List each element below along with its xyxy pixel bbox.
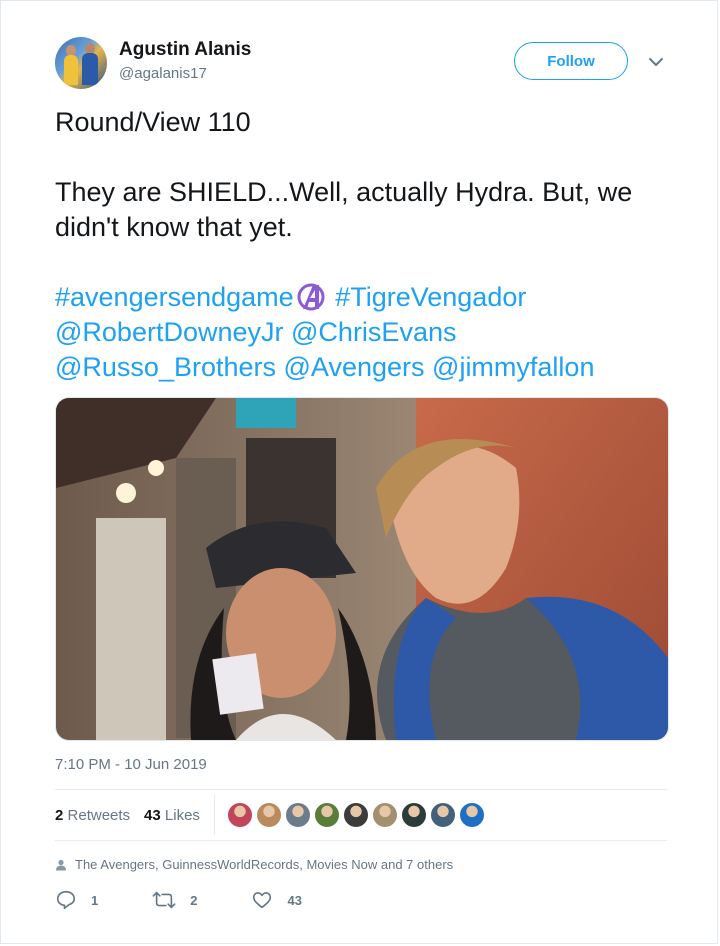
retweet-icon (152, 891, 176, 909)
stats-separator (213, 795, 215, 835)
tweet-timestamp[interactable]: 7:10 PM - 10 Jun 2019 (55, 756, 207, 773)
divider (55, 789, 667, 790)
like-count: 43 (287, 892, 302, 908)
avatar[interactable] (55, 37, 107, 89)
likers-list (226, 802, 488, 828)
mention-avengers[interactable]: @Avengers (284, 352, 425, 382)
liker-avatar[interactable] (284, 802, 311, 828)
retweets-stat[interactable]: 2 Retweets (55, 807, 130, 824)
user-handle[interactable]: @agalanis17 (119, 65, 207, 82)
mention-chrisevans[interactable]: @ChrisEvans (291, 317, 456, 347)
liker-avatar[interactable] (255, 802, 282, 828)
follow-button[interactable]: Follow (514, 42, 628, 80)
mention-jimmyfallon[interactable]: @jimmyfallon (432, 352, 594, 382)
tweet-photo[interactable] (55, 397, 669, 741)
reply-count: 1 (91, 892, 99, 908)
like-button[interactable]: 43 (251, 889, 302, 911)
retweet-button[interactable]: 2 (152, 889, 197, 911)
liker-avatar[interactable] (429, 802, 456, 828)
liker-avatar[interactable] (371, 802, 398, 828)
tweet-line-1: Round/View 110 (55, 107, 251, 137)
context-text: The Avengers, GuinnessWorldRecords, Movi… (75, 857, 454, 872)
avengers-logo-icon (297, 283, 325, 311)
tweet-header: Agustin Alanis @agalanis17 Follow (1, 1, 717, 101)
retweet-count: 2 (190, 892, 198, 908)
reply-icon (56, 890, 76, 910)
chevron-down-icon[interactable] (647, 53, 665, 71)
tweet-card: Agustin Alanis @agalanis17 Follow Round/… (0, 0, 718, 944)
reply-button[interactable]: 1 (55, 889, 98, 911)
mention-russo-brothers[interactable]: @Russo_Brothers (55, 352, 276, 382)
tweet-text: Round/View 110 They are SHIELD...Well, a… (55, 105, 675, 385)
hashtag-tigrevengador[interactable]: #TigreVengador (335, 282, 526, 312)
people-icon (56, 859, 66, 870)
retweets-label: Retweets (67, 806, 131, 824)
likes-stat[interactable]: 43 Likes (144, 807, 200, 824)
liker-avatar[interactable] (342, 802, 369, 828)
followers-context[interactable]: The Avengers, GuinnessWorldRecords, Movi… (55, 857, 453, 872)
tweet-tags: #avengersendgame #TigreVengador @RobertD… (55, 280, 675, 385)
heart-icon (253, 892, 272, 909)
liker-avatar[interactable] (226, 802, 253, 828)
likes-label: Likes (164, 806, 200, 824)
liker-avatar[interactable] (458, 802, 485, 828)
engagement-stats: 2 Retweets 43 Likes (55, 791, 667, 839)
tweet-line-2: They are SHIELD...Well, actually Hydra. … (55, 177, 633, 242)
liker-avatar[interactable] (400, 802, 427, 828)
mention-robertdowneyjr[interactable]: @RobertDowneyJr (55, 317, 284, 347)
user-name[interactable]: Agustin Alanis (119, 39, 251, 61)
retweets-count: 2 (55, 806, 64, 824)
hashtag-avengersendgame[interactable]: #avengersendgame (55, 282, 294, 312)
tweet-actions: 1 2 43 (55, 885, 356, 915)
likes-count: 43 (144, 806, 161, 824)
divider (55, 840, 667, 841)
liker-avatar[interactable] (313, 802, 340, 828)
